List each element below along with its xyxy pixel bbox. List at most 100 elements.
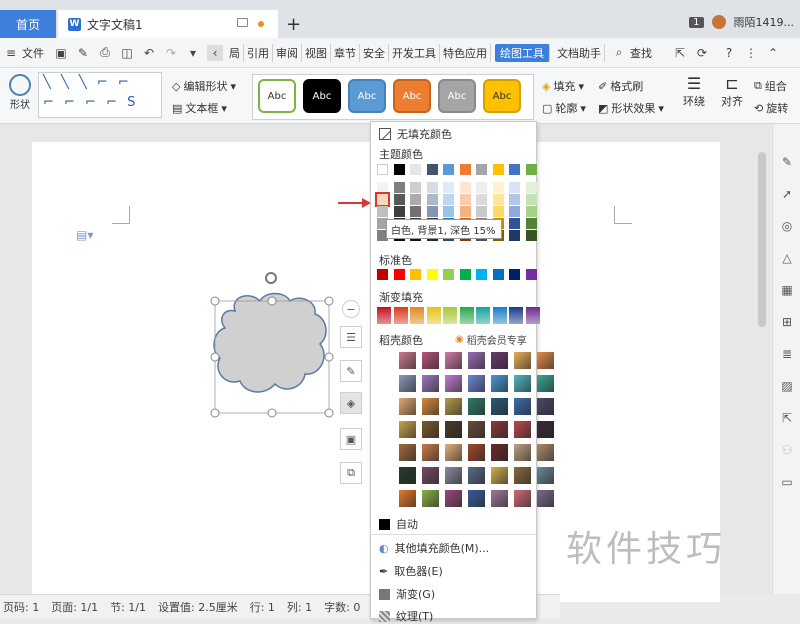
shape-change-icon[interactable]: ⧉	[340, 462, 362, 484]
docer-color-swatch[interactable]	[514, 467, 531, 484]
scroll-left-icon[interactable]: ‹	[207, 44, 223, 61]
eyedropper-item[interactable]: ✒ 取色器(E)	[379, 563, 443, 579]
docer-color-swatch[interactable]	[445, 398, 462, 415]
standard-color-swatch[interactable]	[393, 269, 405, 280]
theme-shade-swatch[interactable]	[410, 194, 421, 205]
sliders-icon[interactable]: ≣	[779, 346, 795, 362]
collaborate-icon[interactable]: ⚇	[779, 442, 795, 458]
tab-document[interactable]: W 文字文稿1	[58, 10, 278, 38]
theme-color-swatch[interactable]	[459, 164, 471, 175]
shape-style-4[interactable]: Abc	[438, 79, 476, 113]
more-fill-colors-item[interactable]: ◐ 其他填充颜色(M)...	[379, 540, 489, 556]
tab-2[interactable]: 审阅	[273, 43, 302, 62]
tab-0[interactable]: 局	[226, 43, 244, 62]
tab-1[interactable]: 引用	[244, 43, 273, 62]
format-painter-icon[interactable]: ✎	[75, 45, 91, 61]
docer-color-swatch[interactable]	[445, 375, 462, 392]
theme-shade-swatch[interactable]	[459, 206, 471, 217]
theme-shade-swatch[interactable]	[459, 194, 471, 205]
docer-color-swatch[interactable]	[537, 421, 554, 438]
file-menu[interactable]: 文件	[22, 45, 44, 61]
tab-5[interactable]: 安全	[360, 43, 389, 62]
docer-color-swatch[interactable]	[399, 398, 416, 415]
monitor-icon[interactable]	[237, 18, 248, 27]
standard-color-swatch[interactable]	[377, 269, 388, 280]
export-icon[interactable]: ⇱	[779, 410, 795, 426]
quick-access-dropdown-icon[interactable]: ▾	[185, 45, 201, 61]
docer-color-swatch[interactable]	[468, 352, 485, 369]
format-brush-button[interactable]: ✐ 格式刷	[598, 78, 643, 94]
docer-color-swatch[interactable]	[514, 352, 531, 369]
edit-shape-button[interactable]: ◇ 编辑形状 ▾	[172, 78, 236, 94]
theme-shade-swatch[interactable]	[377, 206, 388, 217]
docer-color-swatch[interactable]	[422, 467, 439, 484]
resize-handle[interactable]	[324, 296, 334, 306]
docer-color-swatch[interactable]	[399, 490, 416, 507]
docer-color-swatch[interactable]	[468, 375, 485, 392]
docer-color-swatch[interactable]	[514, 421, 531, 438]
docer-color-swatch[interactable]	[399, 352, 416, 369]
docer-color-swatch[interactable]	[422, 375, 439, 392]
shape-icon[interactable]: ◎	[779, 218, 795, 234]
theme-color-swatch[interactable]	[377, 164, 388, 175]
theme-shade-swatch[interactable]	[476, 182, 487, 193]
theme-color-swatch[interactable]	[426, 164, 438, 175]
resize-handle[interactable]	[267, 408, 277, 418]
docer-color-swatch[interactable]	[422, 444, 439, 461]
standard-color-swatch[interactable]	[426, 269, 438, 280]
gradient-swatch[interactable]	[393, 307, 408, 324]
theme-shade-swatch[interactable]	[443, 206, 454, 217]
theme-shade-swatch[interactable]	[443, 182, 454, 193]
help-icon[interactable]: ?	[721, 45, 737, 61]
standard-color-swatch[interactable]	[476, 269, 487, 280]
tab-home[interactable]: 首页	[0, 10, 56, 38]
theme-shade-swatch[interactable]	[525, 194, 537, 205]
docer-color-swatch[interactable]	[399, 444, 416, 461]
standard-color-swatch[interactable]	[443, 269, 454, 280]
group-button[interactable]: ⧉ 组合	[754, 78, 787, 94]
docer-color-swatch[interactable]	[399, 467, 416, 484]
docer-color-swatch[interactable]	[491, 375, 508, 392]
hamburger-menu-icon[interactable]: ≡	[3, 45, 19, 61]
shape-style-3[interactable]: Abc	[393, 79, 431, 113]
gradient-swatch[interactable]	[492, 307, 507, 324]
theme-shade-swatch[interactable]	[426, 194, 438, 205]
docer-color-swatch[interactable]	[468, 398, 485, 415]
theme-shade-swatch[interactable]	[393, 182, 405, 193]
table-icon[interactable]: ▦	[779, 282, 795, 298]
docer-color-swatch[interactable]	[491, 398, 508, 415]
resize-handle[interactable]	[324, 352, 334, 362]
resize-handle[interactable]	[210, 296, 220, 306]
theme-color-swatch[interactable]	[476, 164, 487, 175]
docer-color-swatch[interactable]	[491, 421, 508, 438]
fill-button[interactable]: ◈ 填充 ▾	[542, 78, 584, 94]
gradient-item[interactable]: 渐变(G)	[379, 586, 435, 602]
docer-color-swatch[interactable]	[399, 375, 416, 392]
rotate-handle-icon[interactable]	[265, 272, 277, 284]
layout-options-icon[interactable]: ☰	[340, 326, 362, 348]
gradient-swatch[interactable]	[443, 307, 457, 324]
selected-theme-swatch[interactable]	[375, 192, 390, 207]
theme-color-swatch[interactable]	[492, 164, 504, 175]
theme-shade-swatch[interactable]	[492, 182, 504, 193]
theme-shade-swatch[interactable]	[509, 182, 520, 193]
theme-color-swatch[interactable]	[393, 164, 405, 175]
triangle-icon[interactable]: △	[779, 250, 795, 266]
theme-shade-swatch[interactable]	[525, 230, 537, 241]
resize-handle[interactable]	[324, 408, 334, 418]
theme-shade-swatch[interactable]	[509, 230, 520, 241]
collapse-ribbon-icon[interactable]: ⌃	[765, 45, 781, 61]
docer-color-swatch[interactable]	[491, 352, 508, 369]
docer-color-swatch[interactable]	[422, 421, 439, 438]
more-icon[interactable]: ⋮	[743, 45, 759, 61]
collapse-float-icon[interactable]: −	[342, 300, 360, 318]
cloud-shape[interactable]	[205, 266, 345, 418]
gradient-swatch[interactable]	[377, 307, 391, 324]
theme-shade-swatch[interactable]	[410, 206, 421, 217]
docer-color-swatch[interactable]	[537, 398, 554, 415]
pen-icon[interactable]: ✎	[779, 154, 795, 170]
docer-color-swatch[interactable]	[537, 352, 554, 369]
fill-bucket-icon[interactable]: ◈	[340, 392, 362, 414]
docer-color-swatch[interactable]	[399, 421, 416, 438]
standard-color-swatch[interactable]	[509, 269, 520, 280]
